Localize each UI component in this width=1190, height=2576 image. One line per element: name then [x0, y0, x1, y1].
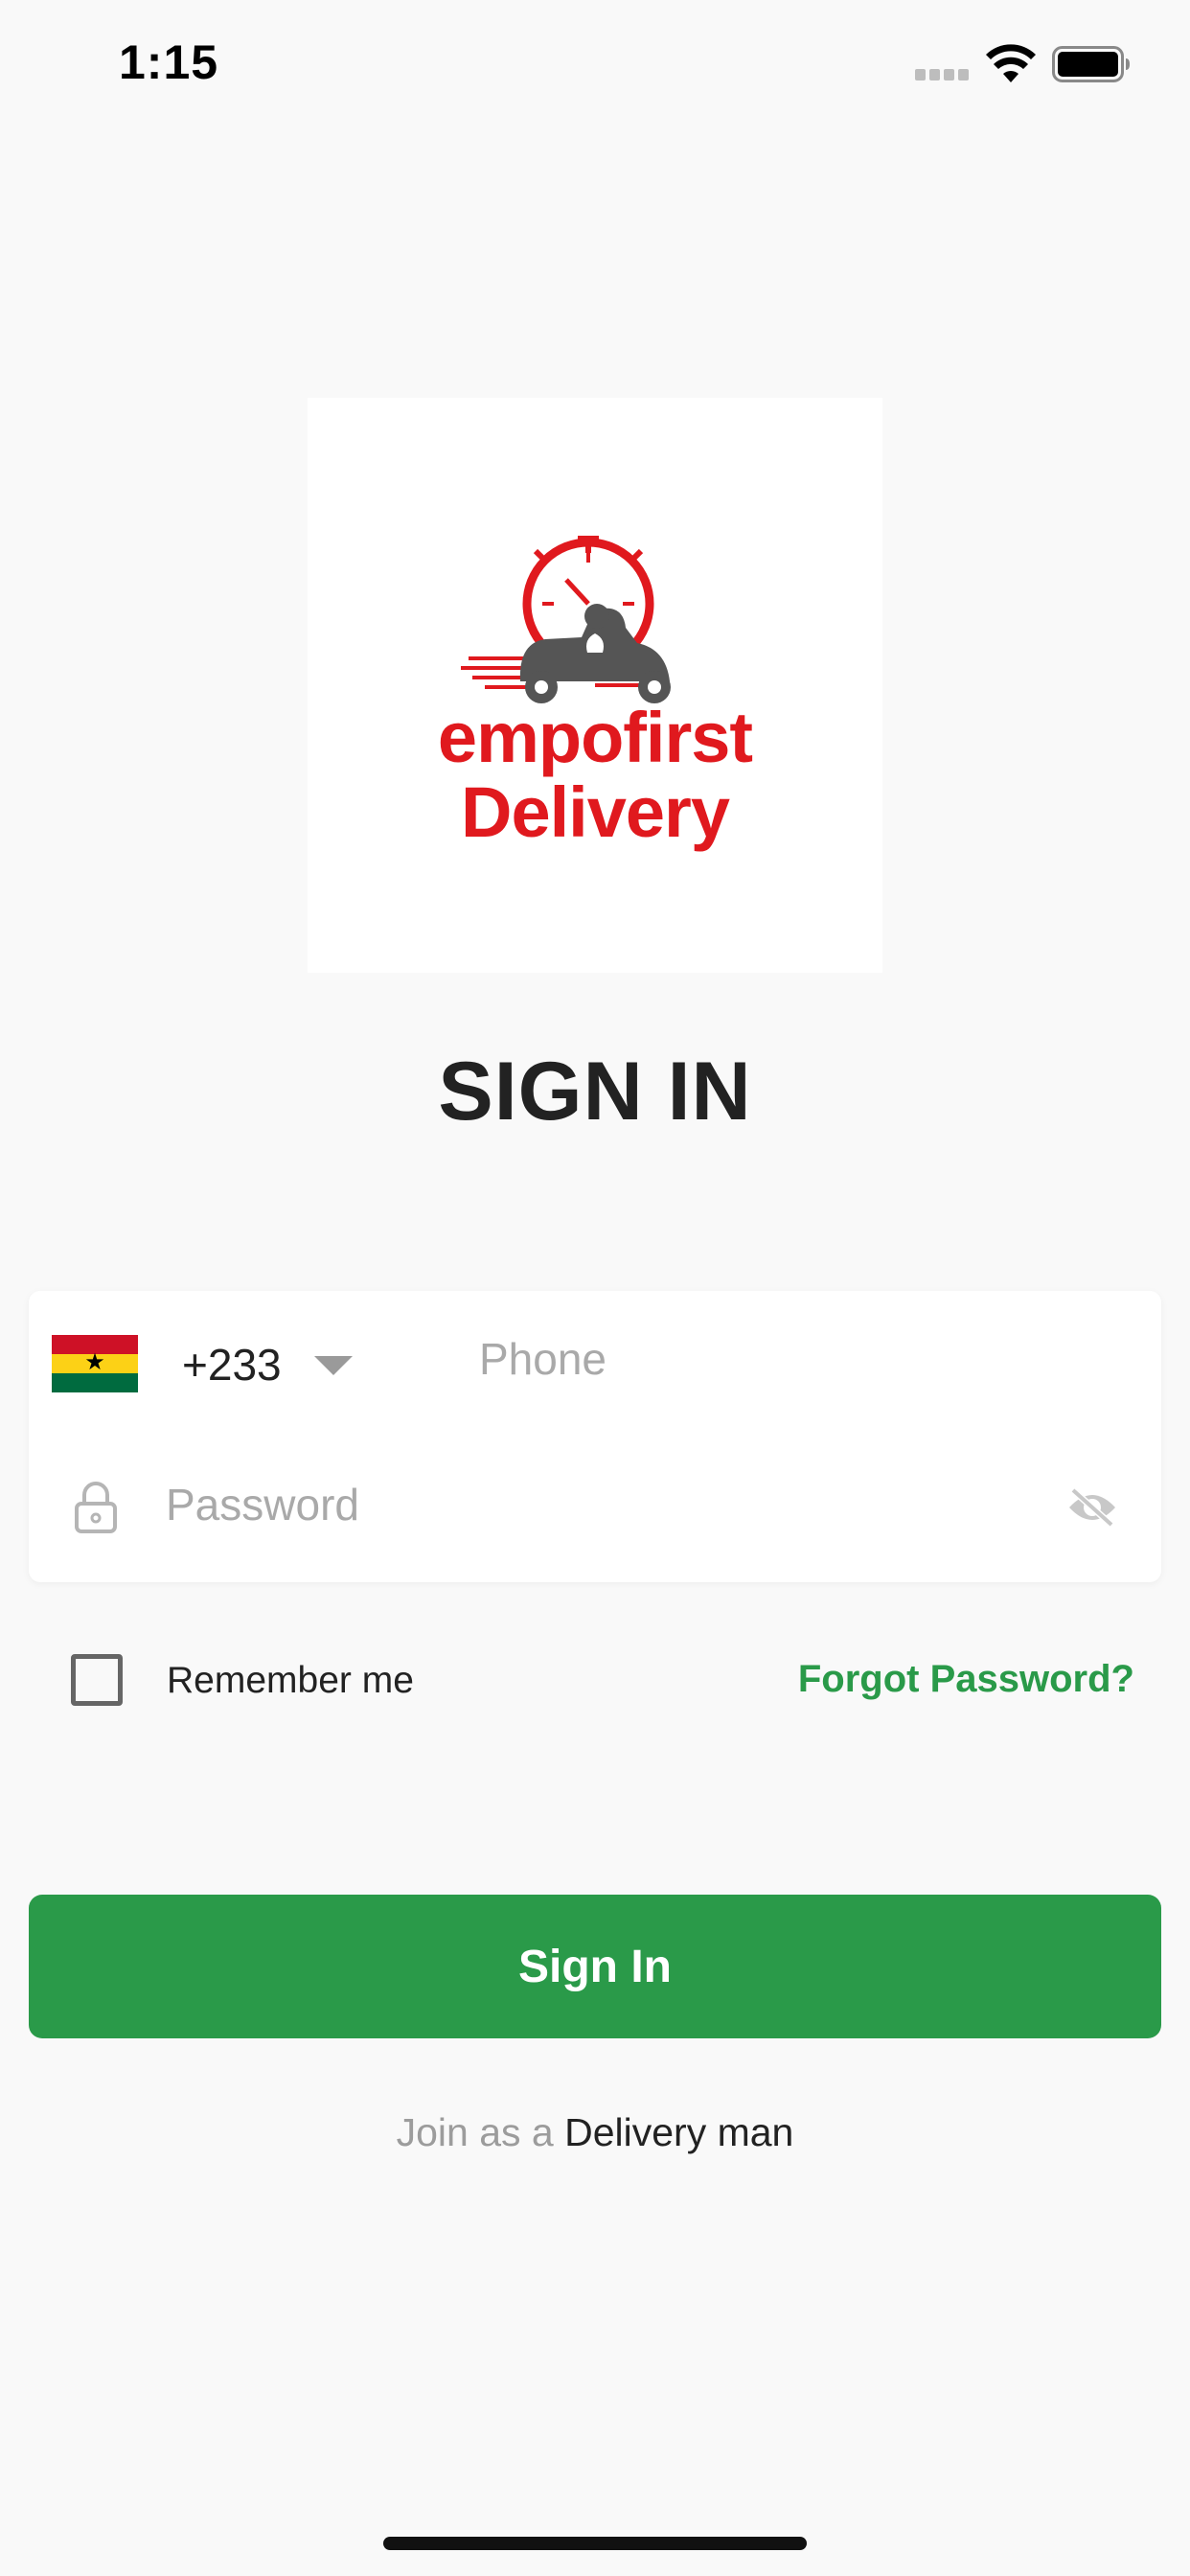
login-form-card: ★ +233	[29, 1291, 1161, 1582]
sign-in-button[interactable]: Sign In	[29, 1895, 1161, 2038]
remember-me-checkbox[interactable]	[71, 1654, 123, 1706]
page-title: SIGN IN	[438, 1046, 752, 1138]
caret-down-icon[interactable]	[314, 1356, 353, 1375]
join-row: Join as a Delivery man	[0, 2110, 1190, 2155]
wifi-icon	[986, 44, 1036, 82]
battery-icon	[1052, 46, 1130, 82]
eye-off-icon[interactable]	[1065, 1484, 1119, 1530]
lock-icon	[75, 1482, 117, 1533]
join-delivery-man-link[interactable]: Delivery man	[564, 2110, 793, 2154]
home-indicator[interactable]	[383, 2537, 807, 2550]
logo-wordmark-line2: Delivery	[461, 772, 730, 852]
country-code-picker[interactable]: +233	[182, 1339, 282, 1391]
app-logo: empofirst Delivery	[308, 398, 882, 973]
ghana-flag-icon[interactable]: ★	[52, 1335, 138, 1392]
remember-me-label[interactable]: Remember me	[167, 1660, 414, 1702]
logo-wordmark-line1: empofirst	[437, 698, 753, 777]
status-bar: 1:15	[0, 0, 1190, 134]
forgot-password-link[interactable]: Forgot Password?	[798, 1658, 1134, 1701]
phone-input[interactable]	[479, 1327, 1111, 1391]
join-prefix-text: Join as a	[396, 2110, 565, 2154]
status-time: 1:15	[119, 35, 219, 89]
cellular-signal-icon	[915, 69, 971, 80]
password-input[interactable]	[166, 1471, 1028, 1538]
stopwatch-scooter-icon	[461, 536, 671, 703]
